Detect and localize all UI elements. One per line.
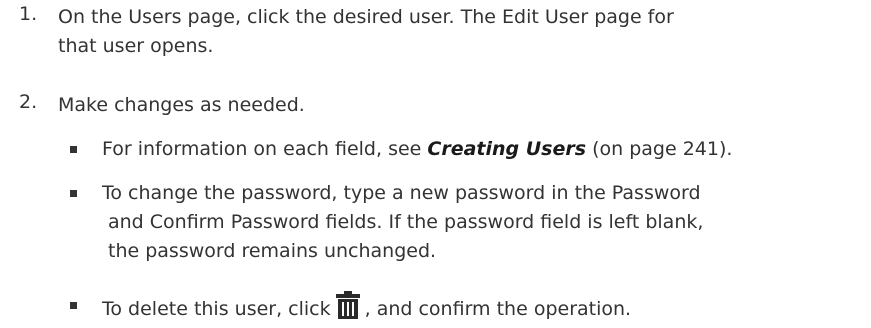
bullet-line: the password remains unchanged.: [108, 240, 437, 262]
bullet-text: To delete this user, click , and confirm…: [102, 291, 631, 328]
step-number: 2.: [19, 91, 38, 113]
step-text: Make changes as needed.: [58, 91, 305, 120]
step-line: that user opens.: [58, 35, 214, 57]
bullet-icon: [70, 190, 77, 197]
bullet-text-after: (on page 241).: [586, 138, 733, 160]
bullet-line: To change the password, type a new passw…: [102, 182, 701, 204]
bullet-line: and Confirm Password fields. If the pass…: [108, 211, 704, 233]
step-line: Make changes as needed.: [58, 94, 305, 116]
bullet-icon: [70, 302, 77, 309]
bullet-text-after: , and confirm the operation.: [364, 298, 632, 320]
creating-users-link[interactable]: Creating Users: [427, 138, 586, 160]
bullet-text: To change the password, type a new passw…: [102, 179, 703, 266]
bullet-text-before: To delete this user, click: [102, 298, 331, 320]
bullet-icon: [70, 146, 77, 153]
bullet-text-before: For information on each field, see: [102, 138, 428, 160]
step-text: On the Users page, click the desired use…: [58, 3, 674, 61]
bullet-text: For information on each field, see Creat…: [102, 135, 732, 164]
step-number: 1.: [19, 3, 38, 25]
trash-icon: [335, 291, 361, 328]
step-line: On the Users page, click the desired use…: [58, 6, 674, 28]
